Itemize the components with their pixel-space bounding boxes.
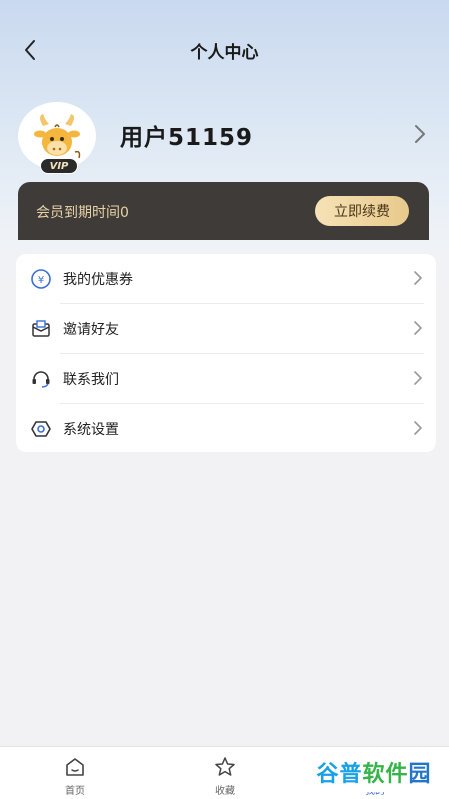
- star-icon: [215, 757, 235, 776]
- tab-label: 首页: [65, 786, 85, 797]
- tab-home[interactable]: 首页: [25, 747, 125, 799]
- nav-bar: 个人中心: [0, 26, 449, 74]
- menu-item-contact[interactable]: 联系我们: [16, 354, 436, 404]
- watermark-text: 谷普: [316, 762, 363, 787]
- menu-item-label: 联系我们: [63, 372, 119, 388]
- menu-item-invite[interactable]: 邀请好友: [16, 304, 436, 354]
- menu-item-label: 系统设置: [63, 422, 119, 438]
- vip-membership-card: 会员到期时间0 立即续费: [18, 182, 429, 240]
- cow-mascot-icon: [34, 114, 81, 159]
- menu-item-settings[interactable]: 系统设置: [16, 404, 436, 454]
- menu-item-label: 我的优惠券: [63, 272, 133, 288]
- chevron-right-icon: [414, 321, 422, 335]
- page-title: 个人中心: [190, 43, 259, 63]
- chevron-right-icon: [414, 421, 422, 435]
- menu-item-coupons[interactable]: ¥ 我的优惠券: [16, 254, 436, 304]
- settings-icon: [31, 421, 51, 437]
- vip-expiry-text: 会员到期时间0: [36, 205, 129, 221]
- menu-item-label: 邀请好友: [63, 322, 119, 338]
- chevron-right-icon: [415, 125, 425, 143]
- chevron-right-icon: [414, 271, 422, 285]
- renew-button[interactable]: 立即续费: [315, 196, 409, 226]
- vip-badge: VIP: [40, 158, 78, 174]
- tab-label: 收藏: [215, 786, 235, 797]
- profile-row[interactable]: VIP 用户51159: [18, 102, 432, 174]
- chevron-right-icon: [414, 371, 422, 385]
- watermark-text: 软件: [362, 762, 409, 787]
- coupon-icon: ¥: [31, 269, 51, 289]
- username: 用户51159: [120, 125, 254, 151]
- svg-text:¥: ¥: [38, 275, 44, 286]
- home-icon: [66, 758, 84, 776]
- invite-icon: [32, 320, 50, 337]
- menu-list: ¥ 我的优惠券 邀请好友 联系我们 系统设置: [16, 254, 436, 452]
- watermark-logo: 谷普 软件园: [306, 752, 442, 792]
- tab-favorites[interactable]: 收藏: [175, 747, 275, 799]
- headset-icon: [32, 371, 50, 388]
- watermark-text: 园: [408, 762, 432, 787]
